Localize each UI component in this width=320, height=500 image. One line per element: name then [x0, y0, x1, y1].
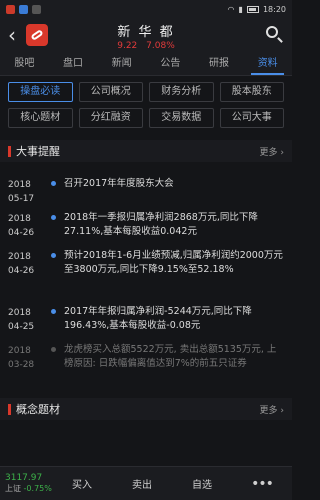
stock-header: 新 华 都 9.22 7.08% [0, 21, 292, 51]
event-text: 召开2017年年度股东大会 [64, 178, 174, 189]
concepts-more-link[interactable]: 更多 [260, 403, 284, 416]
events-list: 2018 05-17 召开2017年年度股东大会 2018 04-26 2018… [0, 162, 292, 396]
index-name: 上证 [5, 484, 21, 493]
event-date: 2018 04-26 [8, 252, 35, 276]
stock-quote: 9.22 7.08% [0, 41, 292, 51]
event-text: 龙虎榜买入总额5522万元, 卖出总额5135万元, 上榜原因: 日跌幅偏离值达… [64, 344, 277, 369]
buy-button[interactable]: 买入 [52, 476, 112, 491]
timeline-dot [51, 181, 56, 186]
section-title: 概念题材 [16, 403, 60, 416]
sell-button[interactable]: 卖出 [112, 476, 172, 491]
tab-research[interactable]: 研报 [195, 52, 244, 75]
stock-change-pct: 7.08% [146, 41, 175, 51]
subtab-company-overview[interactable]: 公司概况 [78, 82, 143, 102]
profile-subtabs: 操盘必读 公司概况 财务分析 股本股东 核心题材 分红融资 交易数据 公司大事 [0, 76, 292, 134]
tab-news[interactable]: 新闻 [97, 52, 146, 75]
event-item[interactable]: 2018 03-28 龙虎榜买入总额5522万元, 卖出总额5135万元, 上榜… [0, 336, 292, 396]
event-item[interactable]: 2018 04-25 2017年年报归属净利润-5244万元,同比下降196.4… [0, 296, 292, 336]
event-item[interactable]: 2018 04-26 2018年一季报归属净利润2868万元,同比下降27.11… [0, 200, 292, 240]
index-change: -0.75% [23, 484, 52, 493]
section-marker [8, 403, 11, 415]
timeline-dot [51, 215, 56, 220]
tab-guba[interactable]: 股吧 [0, 52, 49, 75]
title-bar: ‹ 新 华 都 9.22 7.08% [0, 18, 292, 52]
section-marker [8, 145, 11, 157]
signal-icon: ▮ [238, 4, 243, 14]
event-date: 2018 04-25 [8, 308, 35, 332]
event-item[interactable]: 2018 04-26 预计2018年1-6月业绩预减,归属净利润约2000万元至… [0, 240, 292, 296]
event-text: 2018年一季报归属净利润2868万元,同比下降27.11%,基本每股收益0.0… [64, 212, 258, 237]
wifi-icon: ◠ [227, 4, 235, 14]
stock-price: 9.22 [117, 41, 138, 51]
main-tabs: 股吧 盘口 新闻 公告 研报 资料 [0, 52, 292, 76]
event-text: 预计2018年1-6月业绩预减,归属净利润约2000万元至3800万元,同比下降… [64, 250, 283, 275]
stock-name: 新 华 都 [117, 25, 175, 40]
timeline-dot [51, 309, 56, 314]
app-notification-icon [32, 4, 41, 14]
more-menu-icon[interactable]: ••• [232, 476, 292, 492]
app-notification-icon [6, 4, 15, 14]
clock: 18:20 [262, 4, 286, 14]
subtab-core-themes[interactable]: 核心题材 [8, 108, 73, 128]
subtab-company-events[interactable]: 公司大事 [219, 108, 284, 128]
notification-area [6, 4, 228, 14]
search-icon[interactable] [266, 26, 283, 43]
subtab-trading-data[interactable]: 交易数据 [149, 108, 214, 128]
events-more-link[interactable]: 更多 [260, 145, 284, 158]
timeline-dot [51, 347, 56, 352]
subtab-must-read[interactable]: 操盘必读 [8, 82, 73, 102]
event-date: 2018 05-17 [8, 180, 35, 204]
timeline-dot [51, 253, 56, 258]
bottom-bar: 3117.97 上证 -0.75% 买入 卖出 自选 ••• [0, 466, 292, 500]
events-section-header: 大事提醒 更多 [0, 140, 292, 162]
battery-icon [246, 5, 259, 13]
concepts-section-header: 概念题材 更多 [0, 398, 292, 420]
event-text: 2017年年报归属净利润-5244万元,同比下降196.43%,基本每股收益-0… [64, 306, 252, 331]
status-bar: ◠ ▮ 18:20 [0, 0, 292, 18]
watchlist-button[interactable]: 自选 [172, 476, 232, 491]
tab-pankou[interactable]: 盘口 [49, 52, 98, 75]
market-index[interactable]: 3117.97 上证 -0.75% [0, 473, 52, 494]
event-item[interactable]: 2018 05-17 召开2017年年度股东大会 [0, 166, 292, 204]
tab-profile[interactable]: 资料 [243, 52, 292, 75]
app-notification-icon [19, 4, 28, 14]
section-title: 大事提醒 [16, 145, 60, 158]
event-date: 2018 03-28 [8, 346, 35, 370]
subtab-financial-analysis[interactable]: 财务分析 [149, 82, 214, 102]
subtab-shareholders[interactable]: 股本股东 [219, 82, 284, 102]
event-date: 2018 04-26 [8, 214, 35, 238]
tab-announcements[interactable]: 公告 [146, 52, 195, 75]
index-value: 3117.97 [5, 473, 43, 483]
subtab-dividend-financing[interactable]: 分红融资 [78, 108, 143, 128]
